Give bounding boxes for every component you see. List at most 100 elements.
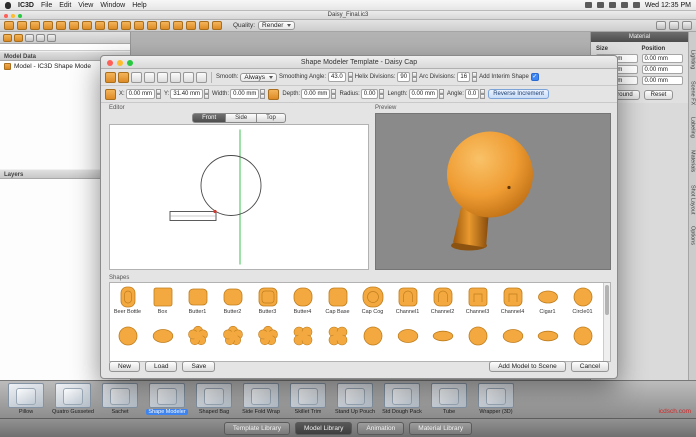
add-model-icon[interactable] bbox=[3, 34, 12, 42]
preview-canvas[interactable] bbox=[375, 113, 611, 270]
scale-icon[interactable] bbox=[121, 21, 131, 30]
position-value[interactable]: 0.00 mm bbox=[642, 76, 684, 85]
shape-circle[interactable] bbox=[565, 322, 600, 361]
cone-icon[interactable] bbox=[173, 21, 183, 30]
wifi-icon[interactable] bbox=[621, 2, 628, 8]
shape-ellipse[interactable] bbox=[495, 322, 530, 361]
shelf-item-tube[interactable]: Tube bbox=[427, 383, 471, 416]
export-icon[interactable] bbox=[56, 21, 66, 30]
editor-tab-side[interactable]: Side bbox=[226, 113, 257, 123]
select-tool-icon[interactable] bbox=[105, 72, 116, 83]
editor-tab-front[interactable]: Front bbox=[192, 113, 226, 123]
menu-ic3d[interactable]: IC3D bbox=[18, 2, 34, 9]
shape-box[interactable]: Box bbox=[145, 283, 180, 322]
tab-model-library[interactable]: Model Library bbox=[295, 422, 352, 435]
shelf-item-stand-up-pouch[interactable]: Stand Up Pouch bbox=[333, 383, 377, 416]
shape-circle[interactable] bbox=[460, 322, 495, 361]
rotate-icon[interactable] bbox=[108, 21, 118, 30]
param-stepper[interactable] bbox=[204, 89, 209, 99]
reset-button[interactable]: Reset bbox=[644, 90, 674, 100]
shape-cigar1[interactable]: Cigar1 bbox=[530, 283, 565, 322]
menu-edit[interactable]: Edit bbox=[59, 2, 71, 9]
smooth-select[interactable]: Always bbox=[240, 73, 277, 82]
minimize-window-button[interactable] bbox=[11, 14, 15, 18]
menu-file[interactable]: File bbox=[41, 2, 52, 9]
position-value[interactable]: 0.00 mm bbox=[642, 65, 684, 74]
shape-ellipse[interactable] bbox=[145, 322, 180, 361]
quality-select[interactable]: Render bbox=[258, 21, 295, 30]
shape-flower[interactable] bbox=[250, 322, 285, 361]
shape-circle[interactable] bbox=[110, 322, 145, 361]
param-input[interactable]: 0.00 mm bbox=[301, 89, 330, 99]
param-input[interactable]: 31.40 mm bbox=[170, 89, 203, 99]
shape-beer-bottle[interactable]: Beer Bottle bbox=[110, 283, 145, 322]
shape-ellipseN[interactable] bbox=[425, 322, 460, 361]
cancel-button[interactable]: Cancel bbox=[571, 361, 609, 372]
shape-ellipse[interactable] bbox=[390, 322, 425, 361]
zoom-window-button[interactable] bbox=[18, 14, 22, 18]
ungroup-icon[interactable] bbox=[36, 34, 45, 42]
add-model-to-scene-button[interactable]: Add Model to Scene bbox=[489, 361, 566, 372]
param-stepper[interactable] bbox=[331, 89, 336, 99]
arc-tool-icon[interactable] bbox=[170, 72, 181, 83]
param-stepper[interactable] bbox=[439, 89, 444, 99]
side-tab-materials[interactable]: Materials bbox=[690, 150, 696, 172]
snap-tool-icon[interactable] bbox=[196, 72, 207, 83]
shape-butter2[interactable]: Butter2 bbox=[215, 283, 250, 322]
move-icon[interactable] bbox=[95, 21, 105, 30]
shelf-item-shape-modeler[interactable]: Shape Modeler bbox=[145, 383, 189, 416]
shape-flower[interactable] bbox=[180, 322, 215, 361]
shelf-item-quatro-gusseted[interactable]: Quatro Gusseted bbox=[51, 383, 95, 416]
shape-channel4[interactable]: Channel4 bbox=[495, 283, 530, 322]
shape-ellipseN[interactable] bbox=[530, 322, 565, 361]
shelf-item-std-dough-pack[interactable]: Std Dough Pack bbox=[380, 383, 424, 416]
shape-channel3[interactable]: Channel3 bbox=[460, 283, 495, 322]
tab-template-library[interactable]: Template Library bbox=[224, 422, 290, 435]
cube-icon[interactable] bbox=[134, 21, 144, 30]
new-button[interactable]: New bbox=[109, 361, 140, 372]
light-icon[interactable] bbox=[186, 21, 196, 30]
param-stepper[interactable] bbox=[379, 89, 384, 99]
shape-butter1[interactable]: Butter1 bbox=[180, 283, 215, 322]
position-value[interactable]: 0.00 mm bbox=[642, 54, 684, 63]
delete-point-icon[interactable] bbox=[144, 72, 155, 83]
tab-animation[interactable]: Animation bbox=[357, 422, 404, 435]
arc-divisions-input[interactable]: 16 bbox=[457, 72, 470, 82]
shapes-scrollbar[interactable] bbox=[603, 283, 610, 361]
scrollbar-thumb[interactable] bbox=[605, 285, 609, 315]
dialog-zoom-button[interactable] bbox=[127, 60, 133, 66]
cylinder-icon[interactable] bbox=[147, 21, 157, 30]
menu-clock[interactable]: Wed 12:35 PM bbox=[645, 2, 691, 9]
param-stepper[interactable] bbox=[260, 89, 265, 99]
helix-divisions-stepper[interactable] bbox=[412, 72, 417, 82]
param-input[interactable]: 0.00 mm bbox=[230, 89, 259, 99]
shelf-item-shaped-bag[interactable]: Shaped Bag bbox=[192, 383, 236, 416]
fullscreen-icon[interactable] bbox=[669, 21, 679, 30]
search-icon[interactable] bbox=[47, 34, 56, 42]
shelf-item-side-fold-wrap[interactable]: Side Fold Wrap bbox=[239, 383, 283, 416]
close-window-button[interactable] bbox=[4, 14, 8, 18]
smoothing-angle-stepper[interactable] bbox=[348, 72, 353, 82]
param-input[interactable]: 0.00 mm bbox=[126, 89, 155, 99]
shape-cap-cog[interactable]: Cap Cog bbox=[355, 283, 390, 322]
side-tab-scene-fx[interactable]: Scene FX bbox=[690, 81, 696, 105]
shelf-item-wrapper-3d[interactable]: Wrapper (3D) bbox=[474, 383, 518, 416]
smoothing-angle-input[interactable]: 43.0 bbox=[328, 72, 346, 82]
save-button[interactable]: Save bbox=[182, 361, 215, 372]
help-icon[interactable] bbox=[682, 21, 692, 30]
move-node-icon[interactable] bbox=[105, 89, 116, 100]
snapshot-icon[interactable] bbox=[656, 21, 666, 30]
import-icon[interactable] bbox=[43, 21, 53, 30]
display-icon[interactable] bbox=[585, 2, 592, 8]
helix-divisions-input[interactable]: 90 bbox=[397, 72, 410, 82]
menu-view[interactable]: View bbox=[78, 2, 93, 9]
new-scene-icon[interactable] bbox=[4, 21, 14, 30]
load-button[interactable]: Load bbox=[145, 361, 177, 372]
line-tool-icon[interactable] bbox=[157, 72, 168, 83]
redo-icon[interactable] bbox=[82, 21, 92, 30]
menu-help[interactable]: Help bbox=[132, 2, 146, 9]
dialog-close-button[interactable] bbox=[107, 60, 113, 66]
side-tab-options[interactable]: Options bbox=[690, 226, 696, 245]
param-stepper[interactable] bbox=[480, 89, 485, 99]
object-list[interactable] bbox=[0, 44, 130, 51]
